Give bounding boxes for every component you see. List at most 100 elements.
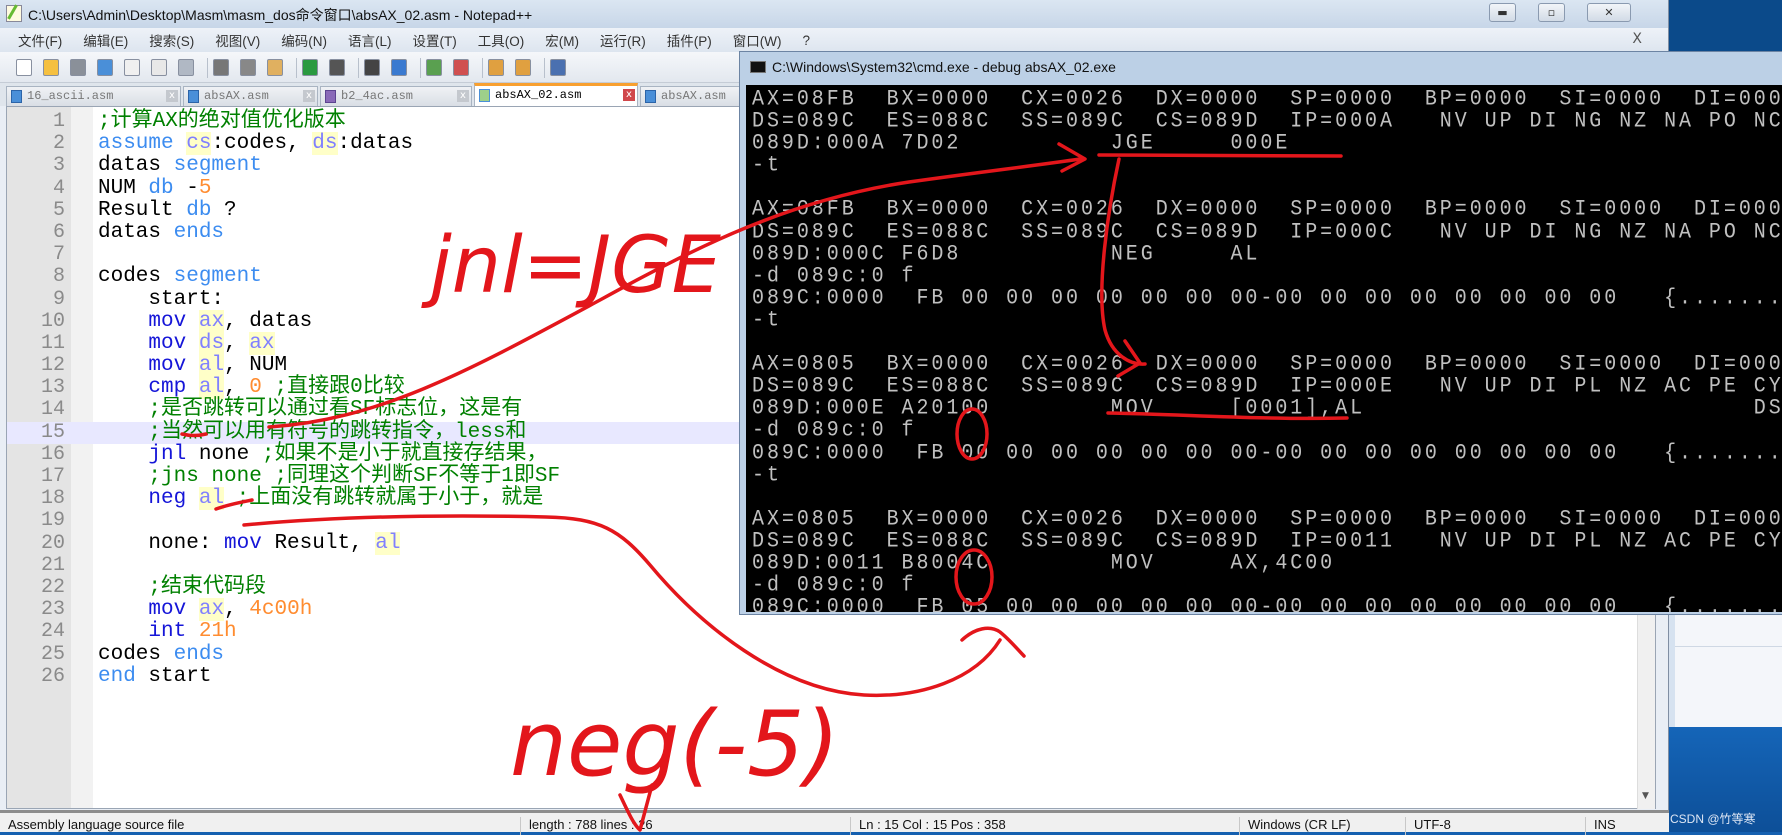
console-output[interactable]: AX=08FB BX=0000 CX=0026 DX=0000 SP=0000 … [746,85,1782,612]
zoom-out-icon[interactable] [453,59,469,76]
redo-icon[interactable] [329,59,345,76]
line-number: 24 [40,620,65,644]
toolbar-separator [207,58,208,78]
line-content: ;计算AX的绝对值优化版本 [98,110,346,133]
line-number: 5 [52,198,65,222]
line-content: datas ends [98,220,224,244]
status-position: Ln : 15 Col : 15 Pos : 358 [850,817,1006,835]
zoom-in-icon[interactable] [426,59,442,76]
menu-item[interactable]: 编码(N) [281,30,327,50]
tab-b2-4ac-asm[interactable]: b2_4ac.asm x [320,86,472,106]
save-icon[interactable] [70,59,86,76]
open-file-icon[interactable] [43,59,59,76]
toolbar-separator [482,58,483,78]
token-reg: ax [198,598,225,622]
save-all-icon[interactable] [97,59,113,76]
status-bar: Assembly language source file length : 7… [0,810,1669,835]
line-number: 12 [40,354,65,378]
close-button[interactable]: ✕ [1587,3,1631,22]
scroll-down-arrow-icon[interactable]: ▼ [1642,791,1649,801]
menu-item[interactable]: 视图(V) [215,30,260,50]
menu-item[interactable]: 工具(O) [478,30,525,50]
file-icon [188,90,199,103]
close-document-button[interactable]: X [1632,31,1642,47]
menu-item[interactable]: ? [802,33,810,48]
status-insert-mode: INS [1585,817,1616,835]
tab-absax-asm[interactable]: absAX.asm x [183,86,318,106]
token-comment: ;直接跟0比较 [274,376,405,400]
cmd-debug-window[interactable]: C:\Windows\System32\cmd.exe - debug absA… [739,51,1782,615]
line-content: ;是否跳转可以通过看SF标志位，这是有 [98,399,522,421]
tab-label: absAX.asm [204,89,269,103]
tab-label: absAX_02.asm [495,88,582,102]
menu-item[interactable]: 插件(P) [667,30,712,50]
menu-item[interactable]: 运行(R) [600,30,646,50]
menu-item[interactable]: 编辑(E) [83,30,128,50]
line-number: 15 [40,420,65,444]
token-directive: db [186,198,212,222]
token-num: 21h [198,620,237,644]
line-content: datas segment [98,155,262,177]
background-window [1669,612,1782,727]
token-comment: ;计算AX的绝对值优化版本 [98,110,346,133]
token-plain: NUM [98,176,149,200]
paste-icon[interactable] [267,59,283,76]
line-content: int 21h [98,620,237,644]
window-title: C:\Users\Admin\Desktop\Masm\masm_dos命令窗口… [28,7,533,23]
line-content: Result db ? [98,198,237,222]
tab-close-icon[interactable]: x [303,90,315,102]
undo-icon[interactable] [302,59,318,76]
console-text: 089C:0000 FB 05 00 00 00 00 00 00-00 00 … [752,594,1782,612]
copy-icon[interactable] [240,59,256,76]
menu-item[interactable]: 文件(F) [18,30,62,50]
menu-item[interactable]: 窗口(W) [733,30,782,50]
token-directive: segment [173,265,262,289]
tab-close-icon[interactable]: x [166,90,178,102]
tab-absax-02-asm[interactable]: absAX_02.asm x [474,83,638,106]
close-icon[interactable] [124,59,140,76]
token-plain: - [173,176,199,200]
menu-item[interactable]: 搜索(S) [149,30,194,50]
word-wrap-icon[interactable] [550,59,566,76]
menu-item[interactable]: 宏(M) [545,30,579,50]
console-line: -t [752,463,1782,488]
token-plain: datas [98,220,174,244]
find-icon[interactable] [364,59,380,76]
sync-vertical-icon[interactable] [488,59,504,76]
replace-icon[interactable] [391,59,407,76]
minimize-button[interactable]: ▬ [1489,3,1516,22]
tab-close-icon[interactable]: x [457,90,469,102]
tab-absax-asm[interactable]: absAX.asm [640,86,740,106]
menu-item[interactable]: 语言(L) [348,30,392,50]
console-text: 089D:000A 7D02 JGE 000E [752,130,1291,157]
toolbar-separator [296,58,297,78]
tab-close-icon[interactable]: x [623,89,635,101]
line-number: 8 [52,265,65,289]
toolbar-separator [544,58,545,78]
maximize-button[interactable]: ▫ [1538,3,1565,22]
menu-item[interactable]: 设置(T) [413,30,457,50]
token-plain: , [224,331,250,355]
console-text: -t [752,307,782,334]
new-file-icon[interactable] [16,59,32,76]
console-line: 089C:0000 FB 05 00 00 00 00 00 00-00 00 … [752,594,1782,612]
token-plain: :datas [337,132,414,156]
cut-icon[interactable] [213,59,229,76]
menu-bar: 文件(F) 编辑(E) 搜索(S) 视图(V) 编码(N) 语言(L) 设置(T) 工具(O)… [0,28,1668,52]
line-content: start: [98,288,224,311]
token-plain: , [224,598,250,622]
tab-16-ascii-asm[interactable]: 16_ascii.asm x [6,86,181,106]
sync-horizontal-icon[interactable] [515,59,531,76]
token-instr: mov [148,309,187,333]
file-icon [645,90,656,103]
close-all-icon[interactable] [151,59,167,76]
print-icon[interactable] [178,59,194,76]
